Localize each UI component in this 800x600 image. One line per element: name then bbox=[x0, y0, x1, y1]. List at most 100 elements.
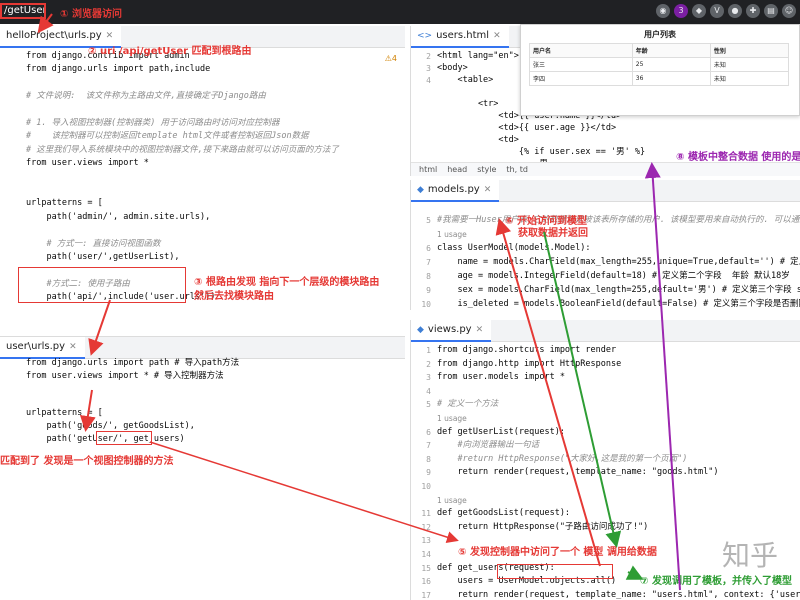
code-line[interactable]: 10 is_deleted = models.BooleanField(defa… bbox=[411, 298, 800, 310]
breadcrumb: html head style th, td bbox=[411, 162, 800, 176]
code-line[interactable]: urlpatterns = [ bbox=[0, 407, 405, 420]
code-text: # 这里我们导入系统模块中的视图控制器文件,接下来路由就可以访问页面的方法了 bbox=[26, 144, 339, 155]
table-cell: 李四 bbox=[529, 71, 633, 86]
tab-models-py[interactable]: ◆ models.py ✕ bbox=[411, 180, 500, 202]
code-line[interactable]: 7 name = models.CharField(max_length=255… bbox=[411, 256, 800, 269]
line-number: 7 bbox=[426, 258, 431, 267]
tab-label: user\urls.py bbox=[6, 341, 66, 352]
code-line[interactable] bbox=[0, 382, 405, 395]
code-line[interactable]: 1 usage bbox=[411, 412, 800, 425]
close-icon[interactable]: ✕ bbox=[476, 320, 484, 340]
line-number: 3 bbox=[426, 373, 431, 383]
code-line[interactable]: # 该控制器可以控制返回template html文件或者控制返回Json数据 bbox=[0, 130, 405, 143]
code-line[interactable]: 7 #向浏览器输出一句话 bbox=[411, 439, 800, 452]
profile-icon[interactable]: ☺ bbox=[782, 4, 796, 18]
code-line[interactable] bbox=[0, 184, 405, 197]
code-line[interactable]: 10 bbox=[411, 480, 800, 493]
code-line[interactable] bbox=[0, 171, 405, 184]
table-cell: 36 bbox=[631, 71, 711, 86]
code-line[interactable] bbox=[0, 224, 405, 237]
code-text: from django.http import HttpResponse bbox=[437, 358, 622, 369]
code-line[interactable]: 11 def getGoodsList(request): bbox=[411, 507, 800, 520]
line-number: 15 bbox=[421, 563, 431, 573]
objects-all-highlight-box bbox=[497, 564, 613, 579]
line-number: 9 bbox=[426, 286, 431, 295]
code-line[interactable]: 3 from user.models import * bbox=[411, 371, 800, 384]
breadcrumb-item[interactable]: th, td bbox=[506, 165, 528, 174]
annotation-number: ⑦ bbox=[640, 576, 649, 587]
code-line[interactable]: path('user/',getUserList), bbox=[0, 251, 405, 264]
preview-title: 用户列表 bbox=[644, 30, 676, 39]
code-text: path('admin/', admin.site.urls), bbox=[26, 211, 211, 222]
breadcrumb-item[interactable]: style bbox=[477, 165, 496, 174]
table-cell: 未知 bbox=[709, 57, 790, 72]
code-line[interactable]: 1 usage bbox=[411, 494, 800, 507]
tab-label: users.html bbox=[436, 30, 490, 41]
extension-badge-icon[interactable]: 3 bbox=[674, 4, 688, 18]
code-line[interactable]: 8 #return HttpResponse("大家好,这是我的第一个页面") bbox=[411, 453, 800, 466]
code-line[interactable]: path('goods/', getGoodsList), bbox=[0, 420, 405, 433]
code-line[interactable]: 1 from django.shortcuts import render bbox=[411, 344, 800, 357]
line-number: 8 bbox=[426, 454, 431, 464]
close-icon[interactable]: ✕ bbox=[484, 180, 492, 200]
extension-icon[interactable]: ● bbox=[728, 4, 742, 18]
code-line[interactable]: # 这里我们导入系统模块中的视图控制器文件,接下来路由就可以访问页面的方法了 bbox=[0, 144, 405, 157]
code-line[interactable]: 12 return HttpResponse("子路由访问成功了!") bbox=[411, 521, 800, 534]
code-line[interactable] bbox=[0, 395, 405, 408]
code-line[interactable]: 2 from django.http import HttpResponse bbox=[411, 358, 800, 371]
puzzle-icon[interactable]: ✚ bbox=[746, 4, 760, 18]
user-urls-editor[interactable]: user\urls.py ✕ from django.urls import p… bbox=[0, 336, 405, 466]
code-line[interactable]: 5 #我需要一Huser用户表,它的数据就是被该表所存储的用户. 该模型要用来自动… bbox=[411, 214, 800, 227]
breadcrumb-item[interactable]: html bbox=[419, 165, 437, 174]
line-number: 1 bbox=[426, 346, 431, 355]
code-line[interactable] bbox=[0, 104, 405, 117]
code-line[interactable]: from user.views import * # 导入控制器方法 bbox=[0, 370, 405, 383]
annotation-number: ⑤ bbox=[458, 547, 467, 558]
sidebar-icon[interactable]: ▤ bbox=[764, 4, 778, 18]
code-line[interactable]: urlpatterns = [ bbox=[0, 197, 405, 210]
code-line[interactable]: 9 sex = models.CharField(max_length=255,… bbox=[411, 284, 800, 297]
line-number: 14 bbox=[421, 550, 431, 559]
address-bar[interactable]: /getUser/ bbox=[0, 3, 46, 19]
code-line[interactable]: 4 bbox=[411, 385, 800, 398]
line-number: 12 bbox=[421, 522, 431, 532]
code-line[interactable] bbox=[0, 77, 405, 90]
line-number: 17 bbox=[421, 590, 431, 600]
code-line[interactable]: from django.urls import path # 导入path方法 bbox=[0, 357, 405, 370]
code-line[interactable]: # 方式一: 直接访问视图函数 bbox=[0, 238, 405, 251]
breadcrumb-item[interactable]: head bbox=[447, 165, 467, 174]
close-icon[interactable]: ✕ bbox=[69, 337, 77, 357]
code-text: def getUserList(request): bbox=[437, 426, 565, 437]
code-text: # 1. 导入视图控制器(控制器类) 用于访问路由时访问对应控制器 bbox=[26, 118, 280, 128]
vue-icon[interactable]: V bbox=[710, 4, 724, 18]
code-line[interactable]: 9 return render(request, template_name: … bbox=[411, 466, 800, 479]
code-line[interactable]: 6 class UserModel(models.Model): bbox=[411, 242, 800, 255]
tab-views-py[interactable]: ◆ views.py ✕ bbox=[411, 320, 492, 342]
code-text: 1 usage bbox=[437, 495, 467, 505]
annotation-number: ① bbox=[60, 9, 69, 20]
tab-user-urls[interactable]: user\urls.py ✕ bbox=[0, 337, 85, 359]
code-line[interactable]: from django.urls import path,include bbox=[0, 63, 405, 76]
code-text: path('user/',getUserList), bbox=[26, 252, 180, 262]
code-line[interactable]: path('admin/', admin.site.urls), bbox=[0, 211, 405, 224]
annotation-1: ① 浏览器访问 bbox=[60, 5, 122, 20]
code-line[interactable]: 6 def getUserList(request): bbox=[411, 426, 800, 439]
code-area[interactable]: from django.urls import path # 导入path方法 f… bbox=[0, 357, 405, 466]
code-line[interactable]: 17 return render(request, template_name:… bbox=[411, 589, 800, 600]
code-line[interactable]: 5 # 定义一个方法 bbox=[411, 398, 800, 411]
code-line[interactable]: 8 age = models.IntegerField(default=18) … bbox=[411, 270, 800, 283]
code-line[interactable]: 1 usage bbox=[411, 228, 800, 241]
shield-icon[interactable]: ◆ bbox=[692, 4, 706, 18]
table-cell: 未知 bbox=[709, 71, 790, 86]
tab-users-html[interactable]: <> users.html ✕ bbox=[411, 26, 509, 48]
code-line[interactable]: # 1. 导入视图控制器(控制器类) 用于访问路由时访问对应控制器 bbox=[0, 117, 405, 130]
code-line[interactable]: from user.views import * bbox=[0, 157, 405, 170]
close-icon[interactable]: ✕ bbox=[493, 26, 501, 46]
code-text: name = models.CharField(max_length=255,u… bbox=[457, 257, 800, 267]
code-line[interactable]: path('getUser/', get_users) bbox=[0, 433, 405, 446]
column-header: 性别 bbox=[709, 43, 790, 58]
code-line[interactable]: # 文件说明: 该文件称为主路由文件,直接确定子Django路由 bbox=[0, 90, 405, 103]
camera-icon[interactable]: ◉ bbox=[656, 4, 670, 18]
models-py-editor[interactable]: ◆ models.py ✕ 5 #我需要一Huser用户表,它的数据就是被该表所存… bbox=[410, 180, 800, 310]
code-area[interactable]: 5 #我需要一Huser用户表,它的数据就是被该表所存储的用户. 该模型要用来自动… bbox=[411, 214, 800, 310]
